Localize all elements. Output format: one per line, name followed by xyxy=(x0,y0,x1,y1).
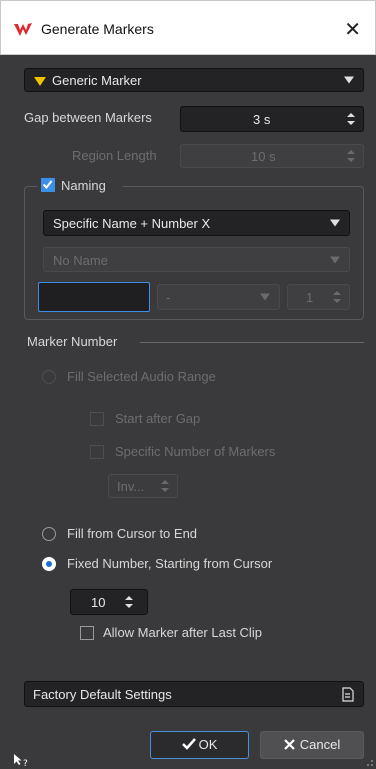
presets-bar[interactable]: Factory Default Settings xyxy=(24,681,364,707)
fill-selected-radio[interactable] xyxy=(42,370,56,384)
gap-spinbox[interactable]: 3 s xyxy=(180,106,364,132)
checkmark-icon xyxy=(42,180,53,190)
title-bar: Generate Markers ✕ xyxy=(0,0,376,55)
number-spinbox[interactable]: 1 xyxy=(287,284,350,310)
name-dropdown[interactable]: No Name xyxy=(43,247,350,272)
close-icon[interactable]: ✕ xyxy=(344,17,361,42)
marker-type-value: Generic Marker xyxy=(52,73,142,88)
naming-checkbox[interactable] xyxy=(41,178,55,192)
gap-label: Gap between Markers xyxy=(24,110,152,125)
ok-button[interactable]: OK xyxy=(150,731,249,759)
specific-number-checkbox[interactable] xyxy=(90,445,104,459)
inv-spinbox[interactable]: Inv... xyxy=(108,474,178,498)
fill-selected-label: Fill Selected Audio Range xyxy=(67,369,216,384)
start-after-gap-label: Start after Gap xyxy=(115,411,201,426)
chevron-down-icon xyxy=(260,293,270,301)
chevron-down-icon xyxy=(344,76,354,84)
presets-label: Factory Default Settings xyxy=(33,687,172,702)
spin-arrows-icon xyxy=(333,291,341,303)
region-length-label: Region Length xyxy=(72,148,157,163)
spin-arrows-icon xyxy=(347,150,355,162)
chevron-down-icon xyxy=(330,219,340,227)
specific-number-label: Specific Number of Markers xyxy=(115,444,276,459)
region-length-value: 10 s xyxy=(251,149,276,164)
naming-legend: Naming xyxy=(37,177,123,195)
chevron-down-icon xyxy=(330,256,340,263)
check-icon xyxy=(181,738,196,750)
help-cursor-icon[interactable]: ? xyxy=(13,753,29,767)
generic-marker-icon xyxy=(34,77,46,86)
fixed-number-label: Fixed Number, Starting from Cursor xyxy=(67,556,273,571)
naming-label: Naming xyxy=(61,178,106,193)
number-value: 1 xyxy=(306,290,314,305)
fixed-number-radio[interactable] xyxy=(42,557,56,571)
naming-mode-dropdown[interactable]: Specific Name + Number X xyxy=(43,210,350,236)
name-value: No Name xyxy=(53,253,108,268)
allow-after-clip-label: Allow Marker after Last Clip xyxy=(103,625,262,640)
window-title: Generate Markers xyxy=(41,21,154,37)
separator-dropdown[interactable]: - xyxy=(157,284,280,310)
fixed-number-spinbox[interactable]: 10 xyxy=(70,589,148,615)
start-after-gap-checkbox[interactable] xyxy=(90,412,104,426)
svg-text:?: ? xyxy=(23,759,28,767)
cancel-button[interactable]: Cancel xyxy=(260,731,364,759)
preset-menu-icon[interactable] xyxy=(341,687,354,702)
ok-label: OK xyxy=(198,737,218,752)
spin-arrows-icon xyxy=(347,113,355,125)
cancel-label: Cancel xyxy=(299,737,341,752)
marker-number-divider xyxy=(140,342,364,343)
gap-value: 3 s xyxy=(253,112,271,127)
prefix-input[interactable] xyxy=(38,282,150,312)
separator-value: - xyxy=(166,290,171,305)
marker-type-dropdown[interactable]: Generic Marker xyxy=(24,68,364,92)
fixed-number-value: 10 xyxy=(91,595,106,610)
app-logo-icon xyxy=(14,23,32,36)
naming-mode-value: Specific Name + Number X xyxy=(53,216,211,231)
spin-arrows-icon xyxy=(161,480,169,492)
fill-cursor-label: Fill from Cursor to End xyxy=(67,526,198,541)
allow-after-clip-checkbox[interactable] xyxy=(80,626,94,640)
region-length-spinbox[interactable]: 10 s xyxy=(180,144,364,168)
marker-number-heading: Marker Number xyxy=(27,334,118,349)
inv-value: Inv... xyxy=(117,479,145,494)
fill-cursor-radio[interactable] xyxy=(42,527,56,541)
x-icon xyxy=(283,739,295,750)
resize-grip-icon[interactable] xyxy=(364,757,374,767)
spin-arrows-icon xyxy=(125,596,133,608)
